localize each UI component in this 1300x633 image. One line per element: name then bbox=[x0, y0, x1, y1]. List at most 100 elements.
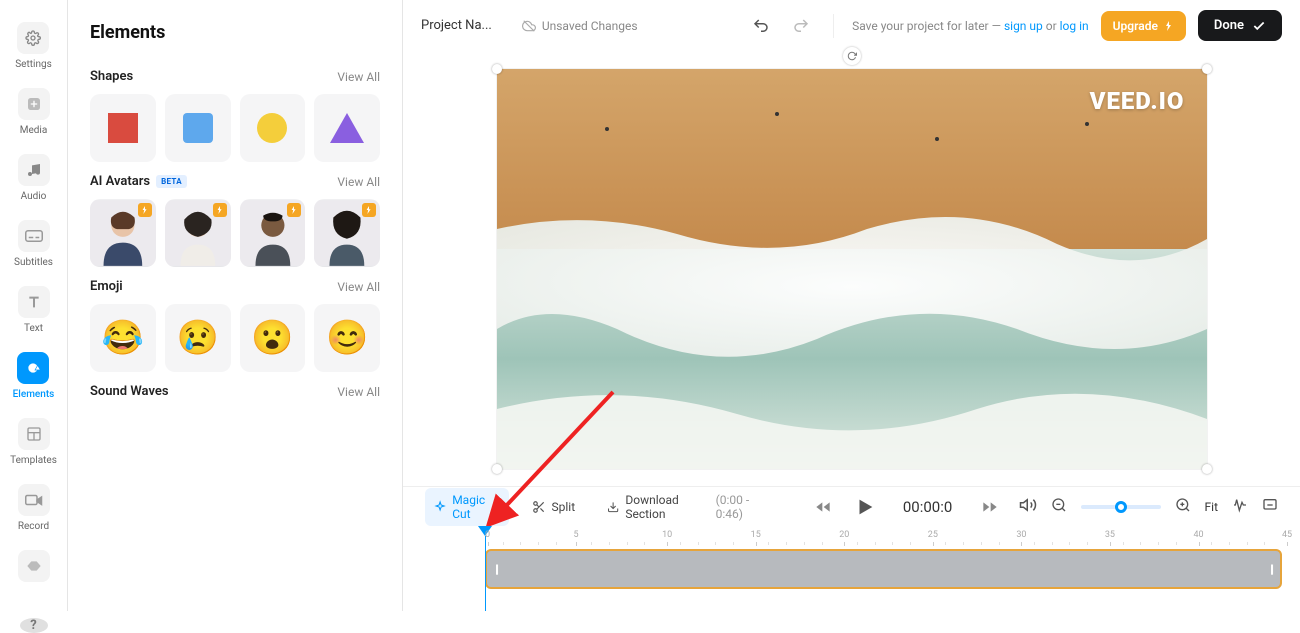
view-all-soundwaves[interactable]: View All bbox=[337, 385, 380, 399]
nav-settings[interactable]: Settings bbox=[15, 22, 52, 70]
shape-rounded-square[interactable] bbox=[165, 94, 231, 162]
nav-text[interactable]: Text bbox=[18, 286, 50, 334]
gear-icon bbox=[17, 22, 49, 54]
magic-cut-button[interactable]: Magic Cut bbox=[425, 488, 509, 526]
unsaved-indicator: Unsaved Changes bbox=[522, 19, 638, 33]
clip-trim-left[interactable]: || bbox=[495, 562, 497, 576]
section-avatars-title: AI AvatarsBETA bbox=[90, 174, 187, 189]
nav-media[interactable]: Media bbox=[18, 88, 50, 136]
help-button[interactable]: ? bbox=[20, 618, 48, 633]
video-clip[interactable]: || || bbox=[485, 549, 1282, 589]
volume-button[interactable] bbox=[1019, 496, 1037, 518]
plus-icon bbox=[18, 88, 50, 120]
signup-link[interactable]: sign up bbox=[1004, 19, 1043, 33]
nav-subtitles[interactable]: Subtitles bbox=[14, 220, 53, 268]
layout-icon bbox=[18, 418, 50, 450]
sparkle-icon bbox=[434, 500, 446, 514]
nav-label: Subtitles bbox=[14, 257, 53, 268]
save-prompt: Save your project for later — sign up or… bbox=[852, 19, 1089, 33]
shape-circle[interactable] bbox=[240, 94, 306, 162]
avatar-3[interactable] bbox=[240, 199, 306, 267]
nav-record[interactable]: Record bbox=[18, 484, 50, 532]
zoom-in-button[interactable] bbox=[1175, 497, 1191, 517]
lightning-icon bbox=[287, 203, 301, 217]
play-button[interactable] bbox=[851, 491, 879, 523]
fit-button[interactable]: Fit bbox=[1205, 500, 1218, 514]
nav-label: Settings bbox=[15, 59, 52, 70]
main-area: Project Na... Unsaved Changes Save your … bbox=[403, 0, 1300, 611]
skip-back-button[interactable] bbox=[808, 491, 836, 523]
avatar-1[interactable] bbox=[90, 199, 156, 267]
clip-trim-right[interactable]: || bbox=[1270, 562, 1272, 576]
ruler-mark: 5 bbox=[574, 530, 579, 540]
text-icon bbox=[18, 286, 50, 318]
scissors-icon bbox=[532, 500, 546, 514]
check-icon bbox=[1252, 19, 1266, 33]
avatar-4[interactable] bbox=[314, 199, 380, 267]
shapes-icon bbox=[17, 352, 49, 384]
camera-icon bbox=[18, 484, 50, 516]
resize-handle-tl[interactable] bbox=[492, 64, 502, 74]
nav-audio[interactable]: Audio bbox=[18, 154, 50, 202]
view-all-emoji[interactable]: View All bbox=[337, 280, 380, 294]
video-preview[interactable]: VEED.IO bbox=[497, 69, 1207, 469]
top-bar: Project Na... Unsaved Changes Save your … bbox=[403, 0, 1300, 52]
beta-badge: BETA bbox=[156, 175, 187, 188]
login-link[interactable]: log in bbox=[1060, 19, 1089, 33]
resize-handle-br[interactable] bbox=[1202, 464, 1212, 474]
emoji-crying[interactable]: 😢 bbox=[165, 304, 231, 372]
controls-row: Magic Cut Split Download Section(0:00 - … bbox=[403, 486, 1300, 526]
ruler-mark: 45 bbox=[1282, 530, 1292, 540]
avatar-2[interactable] bbox=[165, 199, 231, 267]
cloud-off-icon bbox=[522, 19, 536, 33]
skip-forward-button[interactable] bbox=[976, 491, 1004, 523]
rotate-handle[interactable] bbox=[843, 47, 861, 65]
misc-icon bbox=[18, 550, 50, 582]
nav-templates[interactable]: Templates bbox=[10, 418, 57, 466]
shape-triangle[interactable] bbox=[314, 94, 380, 162]
ruler-mark: 10 bbox=[662, 530, 672, 540]
section-shapes-title: Shapes bbox=[90, 69, 133, 84]
lightning-icon bbox=[213, 203, 227, 217]
resize-handle-bl[interactable] bbox=[492, 464, 502, 474]
timeline[interactable]: 051015202530354045 || || bbox=[403, 526, 1300, 611]
emoji-blush[interactable]: 😊 bbox=[314, 304, 380, 372]
nav-label: Media bbox=[20, 125, 48, 136]
lightning-icon bbox=[1164, 21, 1174, 31]
nav-label: Text bbox=[24, 323, 43, 334]
nav-label: Templates bbox=[10, 455, 57, 466]
shape-square[interactable] bbox=[90, 94, 156, 162]
nav-label: Elements bbox=[13, 389, 55, 400]
emoji-surprised[interactable]: 😮 bbox=[240, 304, 306, 372]
subtitles-icon bbox=[18, 220, 50, 252]
ruler-mark: 30 bbox=[1016, 530, 1026, 540]
ruler-mark: 25 bbox=[928, 530, 938, 540]
nav-unknown[interactable] bbox=[18, 550, 50, 582]
music-note-icon bbox=[18, 154, 50, 186]
zoom-out-button[interactable] bbox=[1051, 497, 1067, 517]
zoom-slider[interactable] bbox=[1081, 505, 1161, 509]
feedback-icon[interactable] bbox=[1262, 497, 1278, 517]
nav-elements[interactable]: Elements bbox=[13, 352, 55, 400]
section-emoji-title: Emoji bbox=[90, 279, 123, 294]
ruler-mark: 20 bbox=[839, 530, 849, 540]
done-button[interactable]: Done bbox=[1198, 10, 1282, 41]
waveform-icon[interactable] bbox=[1232, 497, 1248, 517]
view-all-avatars[interactable]: View All bbox=[337, 175, 380, 189]
upgrade-button[interactable]: Upgrade bbox=[1101, 11, 1186, 41]
canvas-area: VEED.IO bbox=[403, 52, 1300, 486]
view-all-shapes[interactable]: View All bbox=[337, 70, 380, 84]
download-section-button[interactable]: Download Section(0:00 - 0:46) bbox=[598, 488, 780, 526]
resize-handle-tr[interactable] bbox=[1202, 64, 1212, 74]
timeline-ruler[interactable]: 051015202530354045 bbox=[485, 526, 1300, 546]
redo-button[interactable] bbox=[787, 12, 815, 40]
zoom-thumb[interactable] bbox=[1115, 501, 1127, 513]
emoji-joy[interactable]: 😂 bbox=[90, 304, 156, 372]
ruler-mark: 0 bbox=[485, 530, 490, 540]
nav-label: Audio bbox=[21, 191, 47, 202]
project-name[interactable]: Project Na... bbox=[421, 18, 492, 33]
watermark: VEED.IO bbox=[1090, 87, 1185, 115]
split-button[interactable]: Split bbox=[523, 495, 585, 519]
section-soundwaves-title: Sound Waves bbox=[90, 384, 169, 399]
undo-button[interactable] bbox=[747, 12, 775, 40]
